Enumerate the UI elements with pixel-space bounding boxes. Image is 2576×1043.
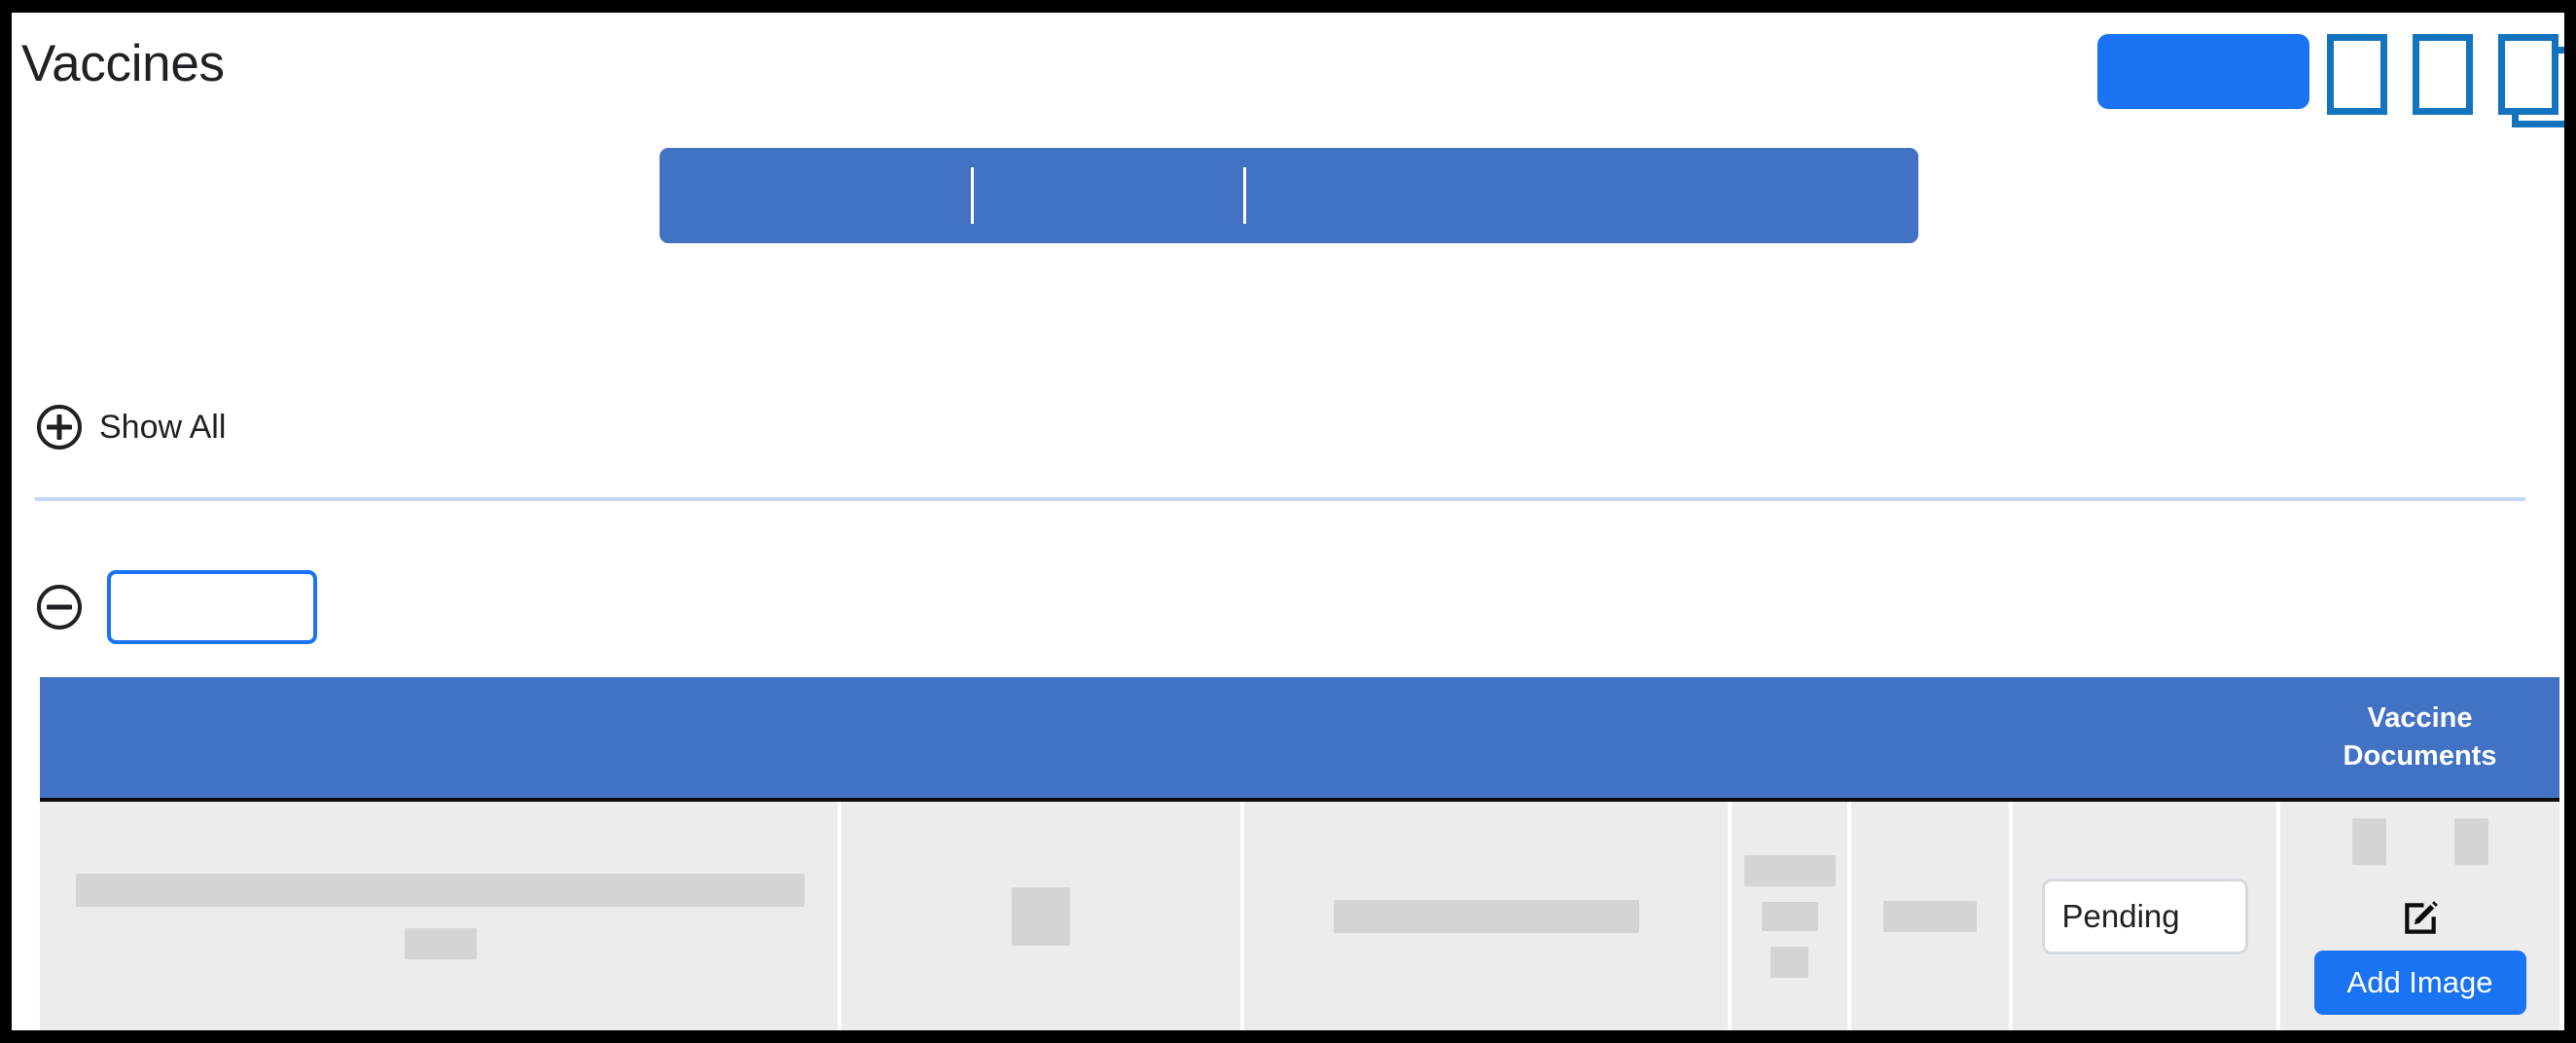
cell-vaccine-content [46,873,832,959]
cell-detail[interactable] [1244,802,1732,1030]
app-window: Vaccines Show All Vaccine Documents Pend… [0,0,2576,1043]
copy-documents-icon-button[interactable] [2498,34,2564,127]
page-title: Vaccines [21,35,225,92]
redacted-text-block [1012,886,1070,946]
vaccine-table: Vaccine Documents Pending Add Image [40,677,2559,1030]
table-row: Pending Add Image [40,802,2559,1030]
document-thumbnails [2351,817,2488,865]
document-icon-button-2[interactable] [2413,34,2481,115]
cell-lot[interactable] [1851,802,2013,1030]
app-canvas: Vaccines Show All Vaccine Documents Pend… [12,13,2564,1030]
edit-square-icon[interactable] [2400,898,2441,939]
show-all-row[interactable]: Show All [12,405,226,450]
redacted-text-block [1761,901,1818,931]
cell-vaccine[interactable] [40,802,841,1030]
table-header-row: Vaccine Documents [40,677,2559,802]
status-select[interactable]: Pending [2041,878,2248,954]
column-header-vaccine[interactable] [40,677,841,798]
segment-tab-1[interactable] [660,148,971,243]
cell-documents: Add Image [2280,802,2559,1030]
cell-dose[interactable] [841,802,1244,1030]
column-header-documents[interactable]: Vaccine Documents [2280,677,2559,798]
plus-circle-icon[interactable] [37,405,82,450]
column-header-detail[interactable] [1244,677,1732,798]
cell-dates[interactable] [1732,802,1851,1030]
document-thumbnail[interactable] [2453,817,2488,865]
plus-vertical-stroke [56,414,62,440]
column-header-dates[interactable] [1732,677,1851,798]
column-header-status[interactable] [2013,677,2280,798]
column-header-dose[interactable] [841,677,1244,798]
redacted-date-stack [1743,854,1836,978]
document-icon [2327,34,2387,115]
copy-icon-front-sheet [2498,34,2558,115]
minus-circle-icon[interactable] [37,585,82,629]
segment-tab-2[interactable] [971,148,1243,243]
redacted-text-block [75,873,805,907]
segmented-control[interactable] [660,148,1918,243]
cell-status[interactable]: Pending [2013,802,2280,1030]
document-icon-button-1[interactable] [2327,34,2395,115]
document-icon [2413,34,2473,115]
redacted-text-block [1743,854,1836,886]
header-actions-toolbar [2097,34,2564,127]
redacted-text-block [1333,899,1639,933]
add-image-button[interactable]: Add Image [2313,950,2526,1015]
redacted-text-block [1883,900,1977,932]
segment-tab-3[interactable] [1243,148,1918,243]
minus-stroke [47,604,72,610]
document-thumbnail[interactable] [2351,817,2386,865]
section-divider [35,497,2525,501]
redacted-text-block [1771,946,1808,978]
page-header: Vaccines [12,13,2564,137]
primary-action-button[interactable] [2097,34,2309,109]
redacted-text-block [405,927,477,959]
name-input[interactable] [107,570,317,644]
column-header-lot[interactable] [1851,677,2013,798]
collapse-row [12,570,317,644]
show-all-label: Show All [99,409,227,446]
